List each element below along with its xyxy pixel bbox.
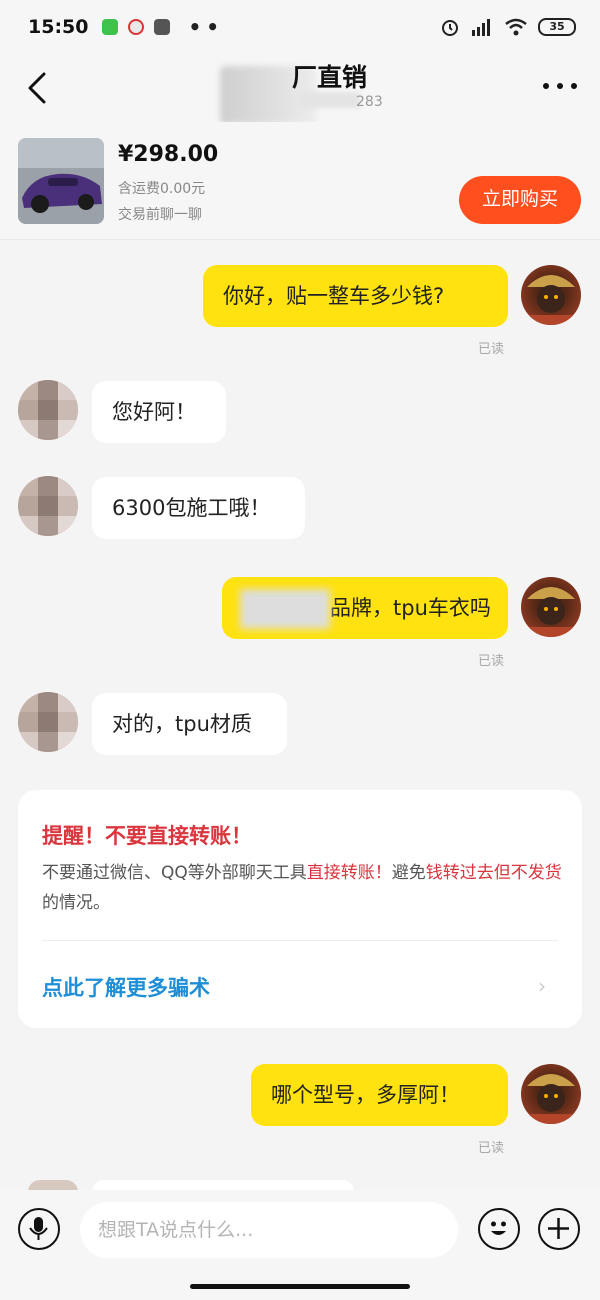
divider: [42, 940, 558, 941]
my-avatar[interactable]: [521, 1064, 581, 1124]
add-more-button[interactable]: [538, 1208, 580, 1250]
warning-text: 避免: [391, 863, 426, 883]
chat-hint: 交易前聊一聊: [118, 207, 202, 223]
product-thumbnail[interactable]: [18, 138, 104, 224]
read-status: 已读: [478, 342, 505, 357]
blurred-avatar-mosaic: [18, 476, 78, 536]
blurred-subtitle-mosaic: [300, 92, 360, 108]
status-time: 15:50: [28, 16, 89, 38]
home-indicator[interactable]: [190, 1284, 410, 1289]
message-text: 品牌，tpu车衣吗: [330, 596, 491, 620]
tiktok-icon: [154, 19, 171, 35]
status-right: 35: [440, 17, 576, 37]
wechat-icon: [102, 19, 119, 35]
message-input-bar: [0, 1190, 600, 1300]
hd-signal-icon: [472, 19, 490, 36]
page-title: 厂直销: [292, 63, 368, 92]
read-status: 已读: [478, 654, 505, 669]
my-message-bubble[interactable]: 品牌，tpu车衣吗: [222, 577, 508, 639]
anti-fraud-warning-card: 提醒！不要直接转账！ 不要通过微信、QQ等外部聊天工具直接转账！避免钱转过去但不…: [18, 790, 582, 1028]
status-app-icons: • •: [102, 15, 219, 39]
more-options-icon[interactable]: [540, 74, 580, 98]
message-text: 对的，tpu材质: [112, 712, 252, 736]
my-message-bubble[interactable]: 哪个型号，多厚阿！: [251, 1064, 508, 1126]
seller-message-bubble[interactable]: 您好阿！: [92, 381, 226, 443]
learn-more-scams-link[interactable]: 点此了解更多骗术: [42, 972, 210, 1002]
chat-header: 厂直销 283: [0, 54, 600, 124]
blurred-avatar-mosaic: [18, 380, 78, 440]
more-notifications-icon: • •: [188, 15, 219, 39]
buy-now-button[interactable]: 立即购买: [459, 176, 581, 224]
warning-text: 不要通过微信、QQ等外部聊天工具: [42, 863, 307, 883]
warning-highlight: 钱转过去但不发货: [425, 863, 562, 883]
emoji-button[interactable]: [478, 1208, 520, 1250]
seller-message-bubble[interactable]: 对的，tpu材质: [92, 693, 287, 755]
message-text: 您好阿！: [112, 400, 196, 424]
app-icon: [128, 19, 145, 35]
read-status: 已读: [478, 1141, 505, 1156]
voice-button[interactable]: [18, 1208, 60, 1250]
warning-title: 提醒！不要直接转账！: [42, 824, 252, 848]
emoji-icon: [491, 1221, 506, 1235]
my-avatar[interactable]: [521, 577, 581, 637]
message-text: 6300包施工哦！: [112, 496, 271, 520]
chevron-right-icon[interactable]: ›: [538, 974, 546, 998]
product-price: ¥298.00: [118, 142, 219, 167]
seller-message-bubble[interactable]: 6300包施工哦！: [92, 477, 305, 539]
alarm-icon: [442, 20, 458, 36]
microphone-icon: [29, 1217, 48, 1240]
shipping-fee: 含运费0.00元: [118, 181, 206, 197]
blurred-avatar-mosaic: [18, 692, 78, 752]
back-arrow-icon[interactable]: [22, 68, 56, 108]
seller-avatar[interactable]: [18, 380, 78, 440]
battery-icon: 35: [538, 18, 576, 36]
blurred-text-mosaic: [240, 589, 330, 629]
wifi-icon: [505, 18, 527, 36]
page-subtitle: 283: [356, 94, 383, 110]
message-text: 哪个型号，多厚阿！: [271, 1083, 460, 1107]
status-bar: 15:50 • • 35: [0, 0, 600, 54]
seller-avatar[interactable]: [18, 692, 78, 752]
warning-body: 不要通过微信、QQ等外部聊天工具直接转账！避免钱转过去但不发货的情况。: [42, 858, 562, 918]
message-input[interactable]: [80, 1202, 458, 1258]
seller-avatar[interactable]: [18, 476, 78, 536]
warning-highlight: 直接转账！: [306, 863, 392, 883]
warning-text: 的情况。: [42, 893, 110, 913]
message-text: 你好，贴一整车多少钱?: [223, 284, 445, 308]
my-message-bubble[interactable]: 你好，贴一整车多少钱?: [203, 265, 508, 327]
my-avatar[interactable]: [521, 265, 581, 325]
plus-icon: [548, 1218, 569, 1239]
